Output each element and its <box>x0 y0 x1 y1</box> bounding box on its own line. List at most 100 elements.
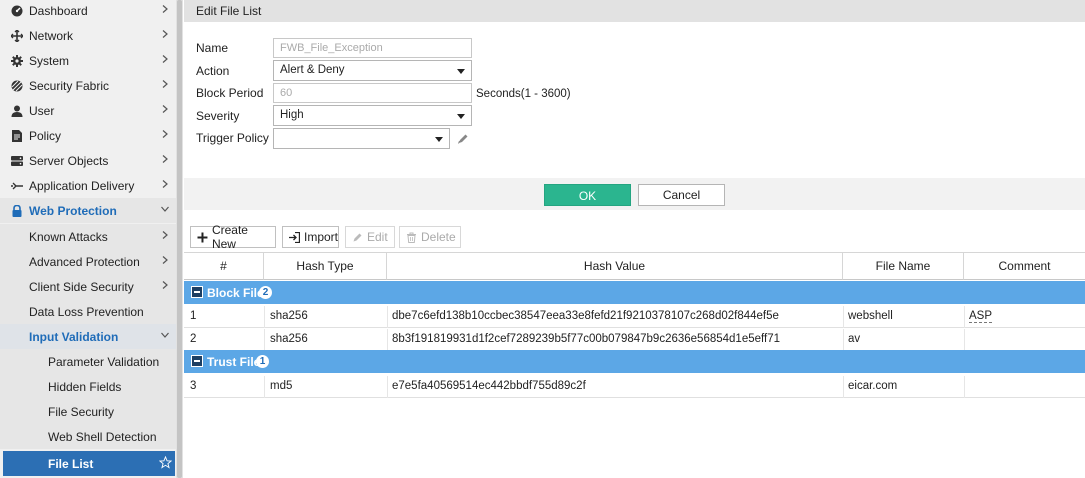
sidebar-item-label: Client Side Security <box>29 279 134 294</box>
collapse-icon[interactable] <box>191 355 203 367</box>
chevron-right-icon <box>162 80 168 88</box>
cancel-button[interactable]: Cancel <box>638 184 725 206</box>
cell-comment: ASP <box>969 310 993 323</box>
cell-file-name: webshell <box>848 310 893 322</box>
cell-number: 1 <box>190 310 197 322</box>
delete-button[interactable]: Delete <box>399 226 461 248</box>
delete-label: Delete <box>421 230 456 244</box>
chevron-right-icon <box>162 30 168 38</box>
action-label: Action <box>196 64 230 78</box>
sidebar-item-application-delivery[interactable]: Application Delivery <box>0 173 176 198</box>
security-fabric-icon <box>10 79 23 92</box>
sidebar-item-file-security[interactable]: File Security <box>0 399 176 424</box>
column-header-number[interactable]: # <box>184 252 264 280</box>
scrollbar-thumb[interactable] <box>177 0 182 478</box>
group-label: Block File <box>207 286 264 300</box>
chevron-right-icon <box>162 55 168 63</box>
sidebar-item-known-attacks[interactable]: Known Attacks <box>0 224 176 249</box>
sidebar-item-label: File List <box>48 456 94 471</box>
sidebar-item-advanced-protection[interactable]: Advanced Protection <box>0 249 176 274</box>
import-button[interactable]: Import <box>282 226 339 248</box>
sidebar-item-dashboard[interactable]: Dashboard <box>0 0 176 23</box>
cell-file-name: av <box>848 333 861 345</box>
edit-button[interactable]: Edit <box>345 226 395 248</box>
name-field[interactable]: FWB_File_Exception <box>273 38 472 58</box>
cell-hash-type: sha256 <box>270 310 308 322</box>
group-count-badge: 1 <box>256 355 269 368</box>
ok-button[interactable]: OK <box>544 184 631 206</box>
table-row[interactable]: 2 sha256 8b3f191819931d1f2cef7289239b5f7… <box>184 329 1085 351</box>
trigger-policy-select[interactable] <box>273 128 450 149</box>
table-row[interactable]: 1 sha256 dbe7c6efd138b10ccbec38547eea33e… <box>184 306 1085 328</box>
table-row[interactable]: 3 md5 e7e5fa40569514ec442bbdf755d89c2f e… <box>184 376 1085 398</box>
sidebar-item-data-loss-prevention[interactable]: Data Loss Prevention <box>0 299 176 324</box>
sidebar-item-server-objects[interactable]: Server Objects <box>0 148 176 173</box>
sidebar-item-label: Input Validation <box>29 329 119 344</box>
sidebar-scrollbar[interactable] <box>176 0 183 478</box>
sidebar-item-file-list[interactable]: File List <box>3 451 175 476</box>
trash-icon <box>407 232 416 243</box>
caret-down-icon <box>435 137 443 142</box>
star-icon[interactable] <box>159 456 172 469</box>
severity-select[interactable]: High <box>273 105 472 126</box>
chevron-down-icon <box>161 332 169 338</box>
sidebar-item-label: Dashboard <box>29 3 88 18</box>
sidebar-item-label: Web Shell Detection <box>48 429 157 444</box>
sidebar-item-label: Application Delivery <box>29 178 135 193</box>
sidebar-item-label: Data Loss Prevention <box>29 304 144 319</box>
sidebar-item-security-fabric[interactable]: Security Fabric <box>0 73 176 98</box>
button-bar <box>184 178 1085 210</box>
column-header-file-name[interactable]: File Name <box>843 252 964 280</box>
cell-hash-value: e7e5fa40569514ec442bbdf755d89c2f <box>392 380 586 392</box>
sidebar-item-network[interactable]: Network <box>0 23 176 48</box>
sidebar-item-hidden-fields[interactable]: Hidden Fields <box>0 374 176 399</box>
block-period-label: Block Period <box>196 86 264 100</box>
sidebar-item-label: User <box>29 103 55 118</box>
chevron-right-icon <box>162 155 168 163</box>
group-row-block-file[interactable]: Block File 2 <box>184 281 1085 304</box>
pencil-icon[interactable] <box>457 133 469 145</box>
sidebar-item-label: Web Protection <box>29 203 117 218</box>
import-label: Import <box>303 230 338 244</box>
column-header-hash-value[interactable]: Hash Value <box>387 252 843 280</box>
caret-down-icon <box>457 69 465 74</box>
app-delivery-icon <box>10 179 23 192</box>
column-header-comment[interactable]: Comment <box>964 252 1085 280</box>
column-header-hash-type[interactable]: Hash Type <box>264 252 387 280</box>
chevron-right-icon <box>162 130 168 138</box>
action-select-value: Alert & Deny <box>280 64 345 76</box>
main-panel: Edit File List Name FWB_File_Exception A… <box>184 0 1085 478</box>
page-title: Edit File List <box>196 4 262 18</box>
sidebar-item-client-side-security[interactable]: Client Side Security <box>0 274 176 299</box>
sidebar-item-policy[interactable]: Policy <box>0 123 176 148</box>
gear-icon <box>10 54 23 67</box>
sidebar-item-label: Security Fabric <box>29 78 110 93</box>
collapse-icon[interactable] <box>191 286 203 298</box>
sidebar-item-label: Hidden Fields <box>48 379 122 394</box>
cell-hash-type: md5 <box>270 380 293 392</box>
sidebar-item-web-protection[interactable]: Web Protection <box>0 198 176 223</box>
severity-label: Severity <box>196 109 240 123</box>
sidebar-item-label: Network <box>29 28 74 43</box>
action-select[interactable]: Alert & Deny <box>273 60 472 81</box>
trigger-policy-label: Trigger Policy <box>196 131 269 145</box>
sidebar: Dashboard Network System Security Fabric… <box>0 0 176 478</box>
cell-number: 2 <box>190 333 197 345</box>
sidebar-item-parameter-validation[interactable]: Parameter Validation <box>0 349 176 374</box>
sidebar-item-web-shell-detection[interactable]: Web Shell Detection <box>0 424 176 449</box>
sidebar-item-user[interactable]: User <box>0 98 176 123</box>
sidebar-item-system[interactable]: System <box>0 48 176 73</box>
lock-icon <box>10 204 23 217</box>
create-new-button[interactable]: Create New <box>190 223 276 251</box>
block-period-hint: Seconds(1 - 3600) <box>476 88 571 100</box>
user-icon <box>10 104 23 117</box>
sidebar-item-input-validation[interactable]: Input Validation <box>0 324 176 349</box>
block-period-field[interactable]: 60 <box>273 83 472 103</box>
group-row-trust-file[interactable]: Trust File 1 <box>184 350 1085 373</box>
group-count-badge: 2 <box>259 286 272 299</box>
create-new-label: Create New <box>211 223 248 251</box>
network-icon <box>10 29 23 42</box>
cell-number: 3 <box>190 380 197 392</box>
import-icon <box>289 231 300 243</box>
cell-file-name: eicar.com <box>848 380 898 392</box>
